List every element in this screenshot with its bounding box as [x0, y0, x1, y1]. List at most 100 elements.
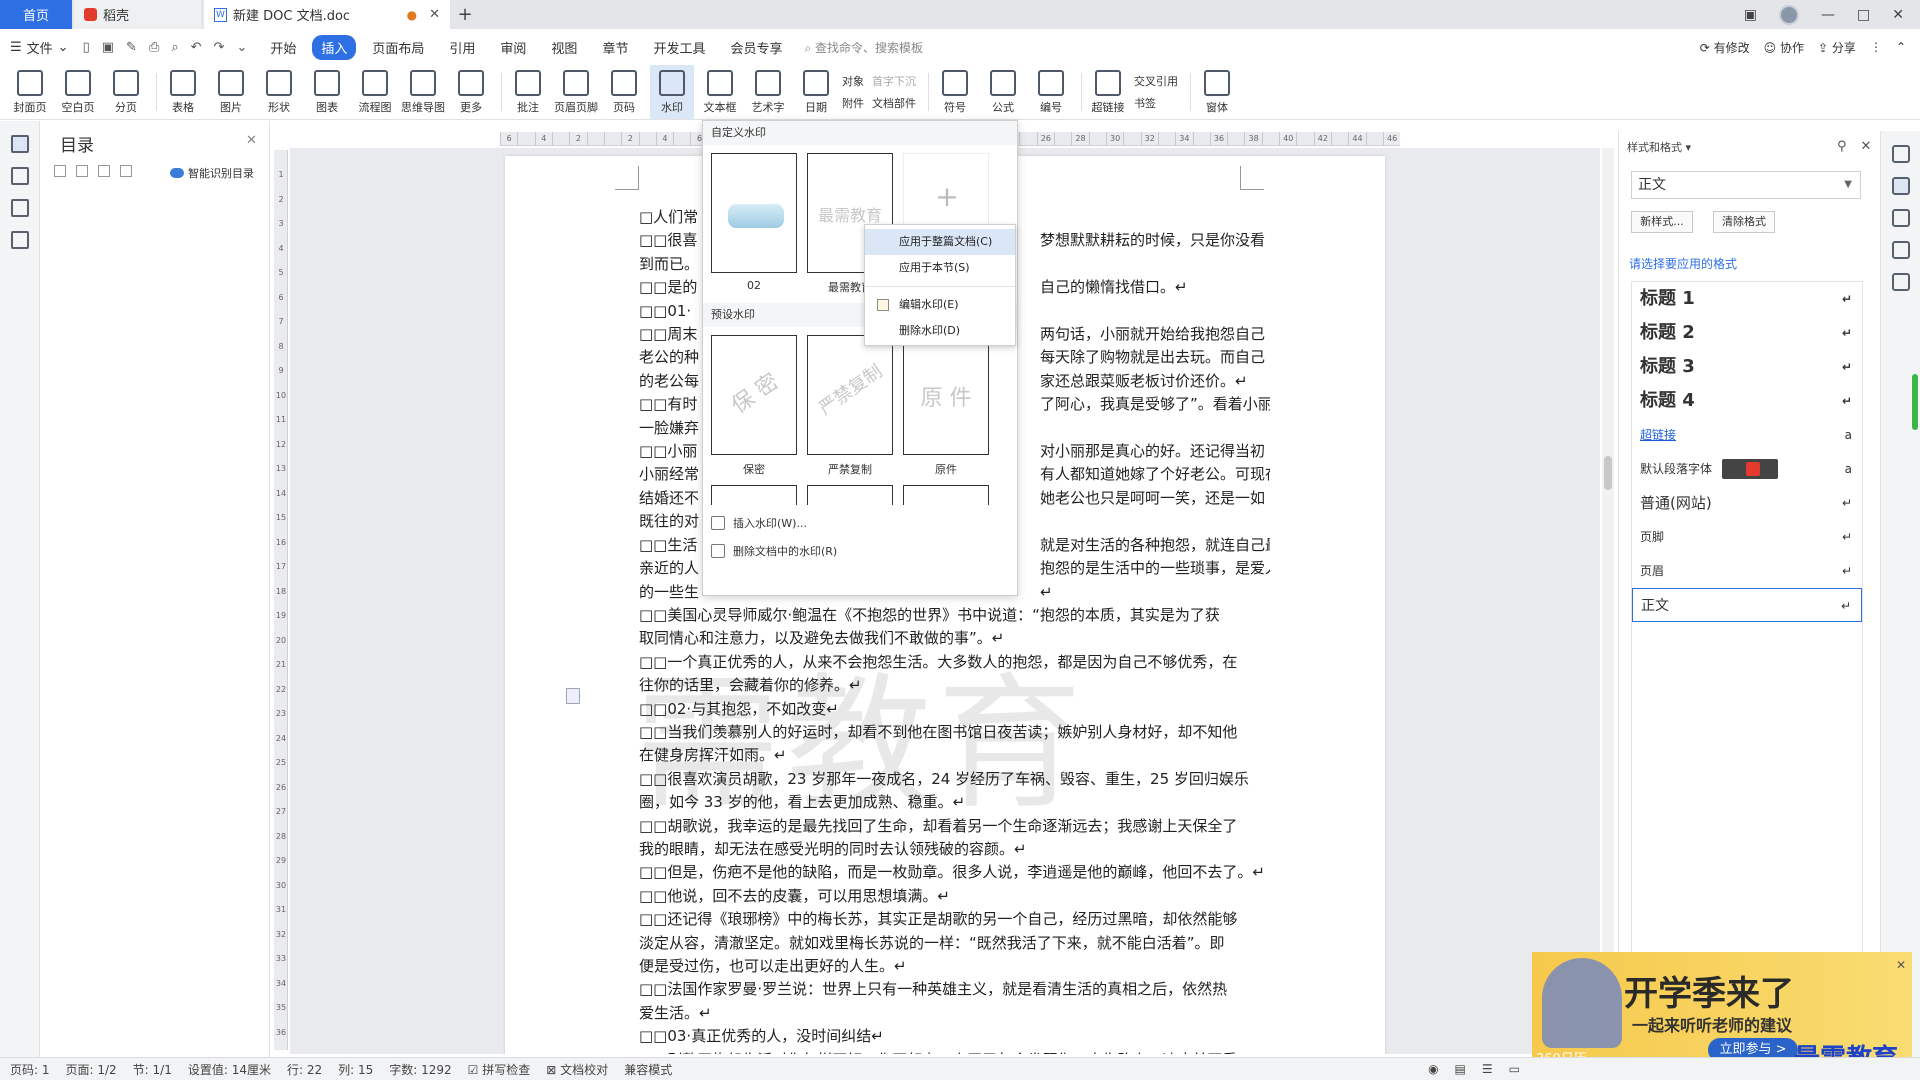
document-line[interactable]: □□别整天抱怨生活对你怎样不好，你不努力，上天又怎会眷顾你。人生路上，速度并不重 — [639, 1049, 1264, 1054]
toc-add-icon[interactable] — [98, 165, 110, 177]
shape-button[interactable]: 形状 — [257, 65, 301, 119]
document-line-fragment[interactable] — [1040, 206, 1270, 229]
menu-developer[interactable]: 开发工具 — [644, 35, 714, 60]
document-line-fragment[interactable]: 她老公也只是呵呵一笑，还是一如 — [1040, 487, 1270, 510]
style-item[interactable]: 普通(网站) ↵ — [1632, 486, 1862, 520]
menu-start[interactable]: 开始 — [261, 35, 305, 60]
pin-icon[interactable]: ⚲ — [1837, 139, 1847, 154]
menu-view[interactable]: 视图 — [542, 35, 586, 60]
share-button[interactable]: ⇪ 分享 — [1818, 39, 1856, 56]
outline-view-icon[interactable]: ☰ — [1482, 1062, 1493, 1076]
status-setting[interactable]: 设置值: 14厘米 — [188, 1061, 271, 1078]
picture-button[interactable]: 图片 — [209, 65, 253, 119]
watermark-button[interactable]: 水印 — [650, 65, 694, 119]
rocket-icon[interactable] — [1891, 145, 1910, 163]
document-line[interactable]: □□他说，回不去的皮囊，可以用思想填满。↵ — [639, 885, 1264, 908]
format-painter-icon[interactable]: ✎ — [126, 40, 137, 55]
header-footer-button[interactable]: 页眉页脚 — [554, 65, 598, 119]
document-line[interactable]: □□03·真正优秀的人，没时间纠结↵ — [639, 1025, 1264, 1048]
preset-watermark-item[interactable]: 严禁复制 严禁复制 — [807, 335, 893, 477]
command-search[interactable]: ⌕ 查找命令、搜索模板 — [804, 39, 923, 56]
document-line-fragment[interactable] — [1040, 417, 1270, 440]
close-icon[interactable]: ✕ — [1861, 139, 1872, 154]
new-doc-icon[interactable]: ▯ — [83, 40, 90, 55]
chart-button[interactable]: 图表 — [305, 65, 349, 119]
apply-whole-document-item[interactable]: 应用于整篇文档(C) — [865, 229, 1015, 255]
spell-check-button[interactable]: ☑ 拼写检查 — [468, 1061, 531, 1078]
scrollbar-thumb[interactable] — [1604, 456, 1612, 490]
sliders-icon[interactable] — [1891, 241, 1910, 259]
file-menu[interactable]: ☰ 文件 ⌄ — [10, 38, 69, 57]
document-line[interactable]: 爱生活。↵ — [639, 1002, 1264, 1025]
toc-expand-icon[interactable] — [54, 165, 66, 177]
document-line-fragment[interactable]: 每天除了购物就是出去玩。而自己 — [1040, 346, 1270, 369]
style-item[interactable]: 标题 1 ↵ — [1632, 282, 1862, 316]
vertical-ruler[interactable]: 1 2 3 4 5 6 7 8 9 10 11 12 13 14 15 16 17 18 19 20 21 22 23 24 2… — [274, 150, 288, 1050]
textbox-button[interactable]: 文本框 — [698, 65, 742, 119]
style-item[interactable]: 页脚 ↵ — [1632, 520, 1862, 554]
cover-page-button[interactable]: 封面页 — [8, 65, 52, 119]
status-word-count[interactable]: 字数: 1292 — [389, 1061, 451, 1078]
custom-watermark-item[interactable]: 02 — [711, 153, 797, 295]
apply-this-section-item[interactable]: 应用于本节(S) — [865, 255, 1015, 281]
collapse-ribbon-icon[interactable]: ⌃ — [1896, 40, 1906, 54]
table-button[interactable]: 表格 — [161, 65, 205, 119]
document-line[interactable]: □□当我们羡慕别人的好运时，却看不到他在图书馆日夜苦读；嫉妒别人身材好，却不知他 — [639, 721, 1264, 744]
date-button[interactable]: 日期 — [794, 65, 838, 119]
document-line-fragment[interactable]: 就是对生活的各种抱怨，就连自己最 — [1040, 534, 1270, 557]
document-line[interactable]: 在健身房挥汗如雨。↵ — [639, 744, 1264, 767]
toc-close-icon[interactable]: ✕ — [246, 133, 257, 148]
document-line-fragment[interactable]: ↵ — [1040, 581, 1270, 604]
document-line[interactable]: □□但是，伤疤不是他的缺陷，而是一枚勋章。很多人说，李逍遥是他的巅峰，他回不去了… — [639, 861, 1264, 884]
page-view-icon[interactable]: ▤ — [1455, 1062, 1466, 1076]
collaborate-button[interactable]: ☺ 协作 — [1764, 39, 1804, 56]
avatar[interactable] — [1779, 4, 1800, 25]
promo-close-icon[interactable]: ✕ — [1896, 958, 1906, 972]
mindmap-button[interactable]: 思维导图 — [401, 65, 445, 119]
document-line-fragment[interactable]: 家还总跟菜贩老板讨价还价。↵ — [1040, 370, 1270, 393]
modified-dot-icon[interactable]: ● — [407, 8, 417, 22]
print-icon[interactable]: ⎙ — [149, 40, 159, 55]
menu-insert[interactable]: 插入 — [312, 34, 357, 60]
document-line-fragment[interactable] — [1040, 510, 1270, 533]
tab-home[interactable]: 首页 — [0, 0, 72, 29]
close-window-button[interactable]: ✕ — [1892, 7, 1904, 23]
status-column[interactable]: 列: 15 — [338, 1061, 373, 1078]
attachment-button[interactable]: 附件 — [842, 95, 864, 111]
numbering-button[interactable]: 编号 — [1029, 65, 1073, 119]
document-line[interactable]: □□02·与其抱怨，不如改变↵ — [639, 698, 1264, 721]
layout-icon[interactable]: ▣ — [1744, 7, 1757, 23]
document-line[interactable]: □□胡歌说，我幸运的是最先找回了生命，却看着另一个生命逐渐远去；我感谢上天保全了 — [639, 815, 1264, 838]
document-line[interactable]: 淡定从容，清澈坚定。就如戏里梅长苏说的一样：“既然我活了下来，就不能白活着”。即 — [639, 932, 1264, 955]
menu-member[interactable]: 会员专享 — [721, 35, 791, 60]
preset-watermark-item[interactable]: 原 件 原件 — [903, 335, 989, 477]
new-style-button[interactable]: 新样式... — [1631, 211, 1693, 233]
document-line[interactable]: 取同情心和注意力，以及避免去做我们不敢做的事”。↵ — [639, 627, 1264, 650]
remove-watermark-item[interactable]: 删除水印(D) — [865, 318, 1015, 344]
more-button[interactable]: 更多 — [449, 65, 493, 119]
document-line[interactable]: □□美国心灵导师威尔·鲍温在《不抱怨的世界》书中说道：“抱怨的本质，其实是为了获 — [639, 604, 1264, 627]
cross-reference-button[interactable]: 交叉引用 — [1134, 73, 1178, 89]
document-line[interactable]: 往你的话里，会藏着你的修养。↵ — [639, 674, 1264, 697]
document-body-right[interactable]: 梦想默默耕耘的时候，只是你没看 自己的懒惰找借口。↵ 两句话，小丽就开始给我抱怨… — [1040, 206, 1270, 604]
menu-chapter[interactable]: 章节 — [593, 35, 637, 60]
style-item[interactable]: 标题 3 ↵ — [1632, 350, 1862, 384]
bookmark-button[interactable]: 书签 — [1134, 95, 1178, 111]
document-line[interactable]: □□很喜欢演员胡歌，23 岁那年一夜成名，24 岁经历了车祸、毁容、重生，25 … — [639, 768, 1264, 791]
status-section[interactable]: 节: 1/1 — [133, 1061, 172, 1078]
minimize-button[interactable]: — — [1821, 7, 1835, 23]
preset-watermark-item[interactable]: 保 密 保密 — [711, 335, 797, 477]
preset-watermark-item[interactable] — [903, 485, 989, 505]
edit-watermark-item[interactable]: 编辑水印(E) — [865, 292, 1015, 318]
document-line[interactable]: □□还记得《琅琊榜》中的梅长苏，其实正是胡歌的另一个自己，经历过黑暗，却依然能够 — [639, 908, 1264, 931]
page-break-button[interactable]: 分页 — [104, 65, 148, 119]
toc-nav-icon[interactable] — [10, 135, 29, 153]
document-line-fragment[interactable]: 抱怨的是生活中的一些琐事，是爱人 — [1040, 557, 1270, 580]
cursor-icon[interactable] — [1891, 209, 1910, 227]
document-line-fragment[interactable]: 两句话，小丽就开始给我抱怨自己 — [1040, 323, 1270, 346]
object-button[interactable]: 对象 — [842, 73, 864, 89]
help-icon[interactable] — [1891, 273, 1910, 291]
document-line-fragment[interactable]: 自己的懒惰找借口。↵ — [1040, 276, 1270, 299]
current-style-select[interactable]: 正文 ▼ — [1631, 171, 1861, 199]
menu-review[interactable]: 审阅 — [491, 35, 535, 60]
